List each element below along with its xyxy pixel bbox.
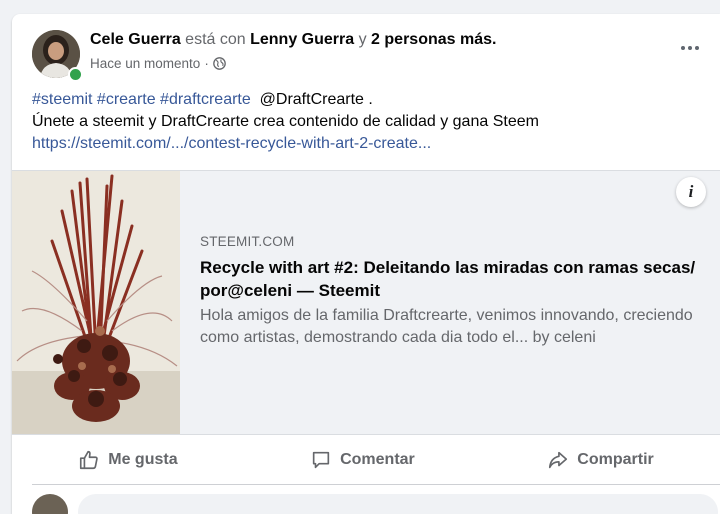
globe-icon[interactable] — [212, 57, 226, 70]
post-meta: Hace un momento · — [90, 56, 226, 71]
actions-divider — [32, 484, 720, 485]
post-timestamp[interactable]: Hace un momento — [90, 56, 200, 71]
like-label: Me gusta — [108, 451, 178, 468]
post-actions: Me gusta Comentar Compartir — [12, 440, 720, 480]
preview-description: Hola amigos de la familia Draftcrearte, … — [200, 307, 693, 346]
thumbs-up-icon — [78, 449, 100, 471]
hashtags-link[interactable]: #steemit #crearte #draftcrearte — [32, 91, 251, 108]
comment-bubble-icon — [310, 449, 332, 471]
post-link[interactable]: https://steemit.com/.../contest-recycle-… — [32, 133, 702, 155]
preview-title[interactable]: Recycle with art #2: Deleitando las mira… — [200, 256, 710, 302]
post-body-line: Únete a steemit y DraftCrearte crea cont… — [32, 113, 539, 130]
post-card: Cele Guerra está con Lenny Guerra y 2 pe… — [12, 14, 720, 514]
preview-domain: STEEMIT.COM — [200, 234, 295, 249]
comment-label: Comentar — [340, 451, 415, 468]
post-header: Cele Guerra está con Lenny Guerra y 2 pe… — [90, 31, 496, 49]
share-arrow-icon — [547, 449, 569, 471]
post-body: #steemit #crearte #draftcrearte @DraftCr… — [32, 89, 702, 155]
mention-text[interactable]: @DraftCrearte . — [260, 91, 373, 108]
preview-image[interactable] — [12, 171, 180, 434]
comment-input[interactable] — [78, 494, 718, 514]
tagged-user[interactable]: Lenny Guerra — [250, 31, 354, 48]
comment-button[interactable]: Comentar — [310, 449, 415, 471]
share-label: Compartir — [577, 451, 654, 468]
info-icon[interactable]: i — [676, 177, 706, 207]
commenter-avatar[interactable] — [32, 494, 68, 514]
share-button[interactable]: Compartir — [547, 449, 654, 471]
online-status-indicator — [68, 67, 83, 82]
and-text: y — [358, 31, 367, 48]
meta-separator: · — [204, 56, 209, 71]
more-options-icon[interactable] — [676, 40, 704, 56]
like-button[interactable]: Me gusta — [78, 449, 178, 471]
tagged-others[interactable]: 2 personas más. — [371, 31, 496, 48]
author-name[interactable]: Cele Guerra — [90, 31, 181, 48]
with-text: está con — [185, 31, 246, 48]
link-preview[interactable]: i STEEMIT.COM Recycle with art #2: Delei… — [12, 170, 720, 435]
